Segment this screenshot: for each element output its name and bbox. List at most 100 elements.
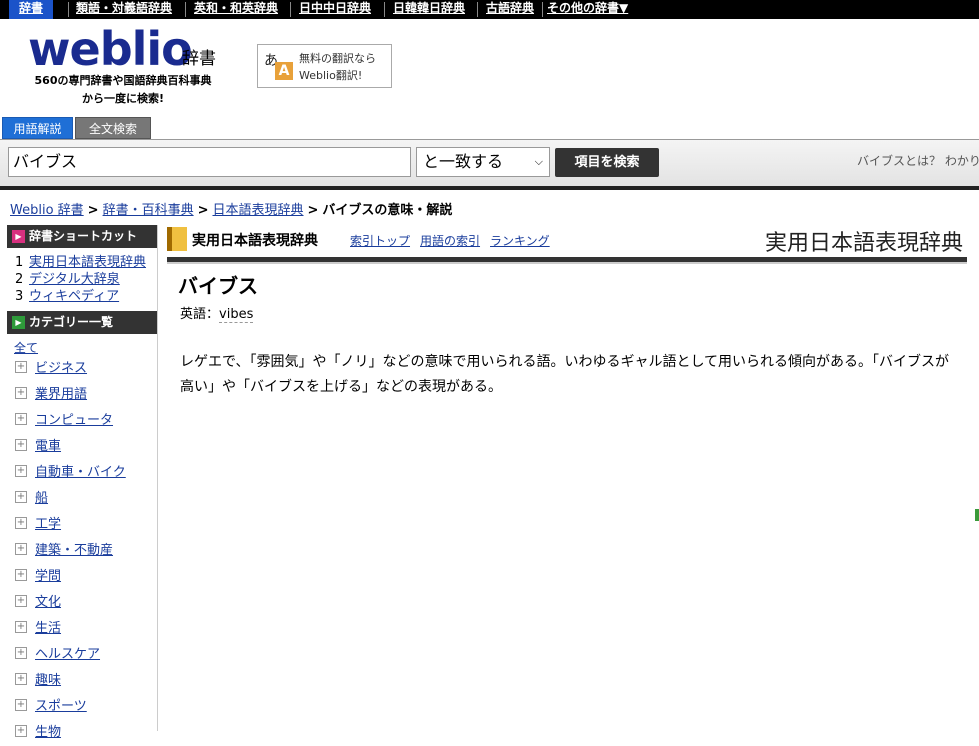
category-link[interactable]: 生活 bbox=[35, 617, 61, 636]
category-link[interactable]: 文化 bbox=[35, 591, 61, 610]
category-item[interactable]: + 文化 bbox=[7, 590, 157, 616]
nav-classical-japanese[interactable]: 古語辞典 bbox=[486, 0, 534, 19]
expand-icon[interactable]: + bbox=[15, 465, 27, 477]
nav-japanese-chinese[interactable]: 日中中日辞典 bbox=[299, 0, 371, 19]
shortcut-link[interactable]: デジタル大辞泉 bbox=[29, 272, 120, 287]
dictionary-header: 実用日本語表現辞典 索引トップ 用語の索引 ランキング 実用日本語表現辞典 bbox=[167, 225, 967, 256]
shortcut-num: 3 bbox=[15, 289, 24, 304]
nav-divider bbox=[68, 2, 69, 17]
shortcut-num: 2 bbox=[15, 272, 24, 287]
nav-divider bbox=[185, 2, 186, 17]
expand-icon[interactable]: + bbox=[15, 699, 27, 711]
expand-icon[interactable]: + bbox=[15, 725, 27, 737]
entry-title: バイブス bbox=[178, 274, 258, 298]
dictionary-logo: 実用日本語表現辞典 bbox=[764, 231, 963, 256]
expand-icon[interactable]: + bbox=[15, 647, 27, 659]
shortcut-link[interactable]: 実用日本語表現辞典 bbox=[29, 255, 146, 270]
category-link[interactable]: スポーツ bbox=[35, 695, 87, 714]
category-link[interactable]: 工学 bbox=[35, 513, 61, 532]
search-hint[interactable]: バイブスとは？ わかり bbox=[857, 152, 979, 169]
category-item[interactable]: + 趣味 bbox=[7, 668, 157, 694]
shortcut-heading: ▶ 辞書ショートカット bbox=[7, 225, 157, 248]
shortcut-item: 3 ウィキペディア bbox=[15, 288, 157, 305]
book-icon bbox=[167, 227, 187, 251]
expand-icon[interactable]: + bbox=[15, 517, 27, 529]
category-link[interactable]: ヘルスケア bbox=[35, 643, 100, 662]
english-value[interactable]: vibes bbox=[219, 307, 254, 323]
search-button[interactable]: 項目を検索 bbox=[555, 148, 659, 177]
shortcut-link[interactable]: ウィキペディア bbox=[29, 289, 119, 304]
category-item[interactable]: + ヘルスケア bbox=[7, 642, 157, 668]
category-link[interactable]: 趣味 bbox=[35, 669, 61, 688]
category-link[interactable]: コンピュータ bbox=[35, 409, 113, 428]
nav-english-japanese[interactable]: 英和・和英辞典 bbox=[194, 0, 278, 19]
breadcrumb-link[interactable]: 辞書・百科事典 bbox=[103, 203, 194, 218]
nav-divider bbox=[290, 2, 291, 17]
category-item[interactable]: + 業界用語 bbox=[7, 382, 157, 408]
category-all-link[interactable]: 全て bbox=[14, 339, 157, 356]
category-link[interactable]: 電車 bbox=[35, 435, 61, 454]
site-logo[interactable]: weblio bbox=[28, 24, 193, 74]
expand-icon[interactable]: + bbox=[15, 621, 27, 633]
shortcut-num: 1 bbox=[15, 255, 24, 270]
dictionary-divider bbox=[167, 262, 967, 264]
expand-icon[interactable]: + bbox=[15, 439, 27, 451]
category-item[interactable]: + コンピュータ bbox=[7, 408, 157, 434]
nav-divider bbox=[477, 2, 478, 17]
expand-icon[interactable]: + bbox=[15, 413, 27, 425]
term-index-link[interactable]: 用語の索引 bbox=[420, 234, 480, 248]
category-item[interactable]: + 建築・不動産 bbox=[7, 538, 157, 564]
breadcrumb-link[interactable]: 日本語表現辞典 bbox=[212, 203, 303, 218]
search-bar: バイブス と一致する ⌵ 項目を検索 バイブスとは？ わかり bbox=[0, 140, 979, 186]
expand-icon[interactable]: + bbox=[15, 569, 27, 581]
tab-glossary[interactable]: 用語解説 bbox=[2, 117, 73, 139]
breadcrumb: Weblio 辞書 > 辞書・百科事典 > 日本語表現辞典 > バイブスの意味・解説 bbox=[10, 203, 453, 218]
shortcut-title: 辞書ショートカット bbox=[29, 229, 138, 243]
header-divider bbox=[0, 186, 979, 190]
category-item[interactable]: + 自動車・バイク bbox=[7, 460, 157, 486]
english-label: 英語： bbox=[180, 307, 220, 322]
expand-icon[interactable]: + bbox=[15, 361, 27, 373]
english-translation: 英語：vibes bbox=[180, 303, 254, 323]
nav-other-dictionaries[interactable]: その他の辞書▼ bbox=[547, 0, 628, 19]
category-link[interactable]: ビジネス bbox=[35, 357, 87, 376]
translate-promo-line: Weblio翻訳! bbox=[299, 69, 363, 82]
nav-thesaurus[interactable]: 類語・対義語辞典 bbox=[76, 0, 172, 19]
category-link[interactable]: 業界用語 bbox=[35, 383, 87, 402]
category-link[interactable]: 船 bbox=[35, 487, 48, 506]
tab-fulltext[interactable]: 全文検索 bbox=[75, 117, 151, 139]
category-item[interactable]: + 学問 bbox=[7, 564, 157, 590]
category-heading: ▶ カテゴリー一覧 bbox=[7, 311, 157, 334]
category-item[interactable]: + 生物 bbox=[7, 720, 157, 746]
expand-icon[interactable]: + bbox=[15, 543, 27, 555]
expand-icon[interactable]: + bbox=[15, 673, 27, 685]
search-input[interactable]: バイブス bbox=[8, 147, 411, 177]
category-item[interactable]: + 生活 bbox=[7, 616, 157, 642]
category-title: カテゴリー一覧 bbox=[29, 315, 114, 329]
expand-icon[interactable]: + bbox=[15, 491, 27, 503]
nav-dictionary[interactable]: 辞書 bbox=[9, 0, 54, 19]
match-mode-select[interactable]: と一致する ⌵ bbox=[416, 147, 550, 177]
nav-divider bbox=[384, 2, 385, 17]
dictionary-title: 実用日本語表現辞典 bbox=[192, 233, 318, 249]
expand-icon[interactable]: + bbox=[15, 595, 27, 607]
translate-icon: あA bbox=[264, 50, 294, 82]
expand-icon[interactable]: + bbox=[15, 387, 27, 399]
nav-japanese-korean[interactable]: 日韓韓日辞典 bbox=[393, 0, 465, 19]
index-top-link[interactable]: 索引トップ bbox=[350, 234, 410, 248]
translate-promo[interactable]: あA 無料の翻訳なら Weblio翻訳! bbox=[257, 44, 392, 88]
category-item[interactable]: + 電車 bbox=[7, 434, 157, 460]
category-link[interactable]: 学問 bbox=[35, 565, 61, 584]
dictionary-links: 索引トップ 用語の索引 ランキング bbox=[350, 232, 560, 249]
category-item[interactable]: + 船 bbox=[7, 486, 157, 512]
category-link[interactable]: 自動車・バイク bbox=[35, 461, 126, 480]
breadcrumb-link[interactable]: Weblio 辞書 bbox=[10, 203, 84, 218]
site-tagline: 560の専門辞書や国語辞典百科事典 から一度に検索! bbox=[18, 72, 228, 108]
category-item[interactable]: + ビジネス bbox=[7, 356, 157, 382]
category-link[interactable]: 建築・不動産 bbox=[35, 539, 113, 558]
ranking-link[interactable]: ランキング bbox=[490, 234, 550, 248]
category-item[interactable]: + 工学 bbox=[7, 512, 157, 538]
nav-divider bbox=[542, 2, 543, 17]
category-item[interactable]: + スポーツ bbox=[7, 694, 157, 720]
category-list: 全て + ビジネス + 業界用語 + コンピュータ + 電車 + 自動車・バイク + 船 + 工学 + 建築・… bbox=[7, 339, 157, 746]
